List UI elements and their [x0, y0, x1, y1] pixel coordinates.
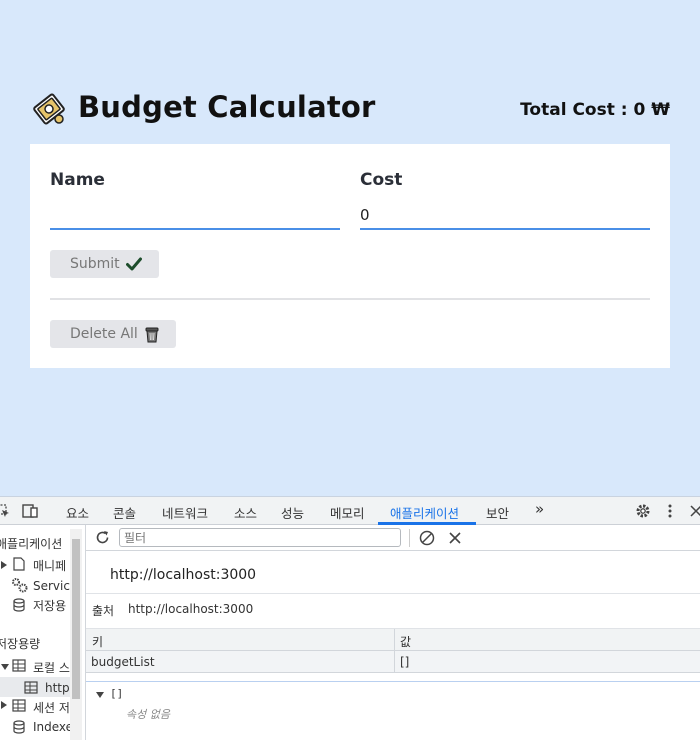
database-icon [13, 720, 25, 734]
name-label: Name [50, 170, 105, 190]
value-column-header[interactable]: 값 [400, 633, 411, 650]
submit-button[interactable]: Submit [50, 250, 159, 278]
preview-empty-text: 속성 없음 [126, 708, 170, 721]
tab-sources[interactable]: 소스 [234, 503, 257, 522]
sidebar-item-manifest[interactable]: 매니페 [33, 557, 66, 574]
sidebar-item-local-storage-origin[interactable]: http [45, 681, 70, 695]
trash-icon [145, 327, 159, 342]
value-preview-pane: [] 속성 없음 [86, 681, 700, 740]
device-toolbar-icon[interactable] [22, 504, 38, 518]
cost-input[interactable] [360, 200, 650, 230]
settings-gear-icon[interactable] [635, 503, 651, 519]
filter-input[interactable] [119, 528, 401, 547]
sidebar-scrollbar-thumb[interactable] [72, 539, 80, 699]
sidebar-item-session-storage[interactable]: 세션 저 [33, 699, 70, 716]
sidebar-storage-section-header: 저장용량 [0, 637, 41, 651]
key-column-header[interactable]: 키 [92, 633, 103, 650]
clear-all-icon[interactable] [419, 530, 435, 546]
form-divider [50, 298, 650, 300]
sidebar-scrollbar[interactable] [70, 529, 82, 740]
origin-title: http://localhost:3000 [110, 567, 257, 583]
preview-tree-label: [] [110, 687, 124, 700]
tab-console[interactable]: 콘솔 [113, 503, 136, 522]
tab-network[interactable]: 네트워크 [162, 503, 208, 522]
devtools-tab-bar: 요소 콘솔 네트워크 소스 성능 메모리 애플리케이션 보안 » [0, 497, 700, 525]
total-cost: Total Cost : 0 ₩ [520, 100, 670, 120]
table-grid-icon [12, 699, 26, 712]
tab-more[interactable]: » [535, 500, 544, 518]
storage-toolbar [86, 525, 700, 551]
key-value-table: 키 값 budgetList [] [86, 629, 700, 679]
delete-all-button-label: Delete All [70, 326, 138, 342]
tab-security[interactable]: 보안 [486, 503, 509, 522]
gears-icon [12, 578, 28, 593]
app-header: Budget Calculator Total Cost : 0 ₩ [32, 86, 672, 130]
table-grid-icon [12, 659, 26, 672]
collapse-triangle-icon[interactable] [1, 664, 9, 670]
refresh-icon[interactable] [95, 530, 110, 545]
row-key: budgetList [91, 655, 155, 669]
tab-elements[interactable]: 요소 [66, 503, 89, 522]
table-grid-icon [24, 681, 38, 694]
expand-triangle-icon[interactable] [1, 701, 7, 709]
sidebar-application-header: 애플리케이션 [0, 537, 63, 551]
tab-application[interactable]: 애플리케이션 [390, 503, 459, 522]
row-value: [] [400, 655, 410, 669]
column-separator[interactable] [394, 629, 395, 673]
sidebar-item-indexeddb[interactable]: Indexe [33, 720, 73, 734]
submit-button-label: Submit [70, 256, 120, 272]
local-storage-view: http://localhost:3000 출처 http://localhos… [86, 525, 700, 740]
tab-memory[interactable]: 메모리 [330, 503, 365, 522]
origin-value: http://localhost:3000 [128, 602, 254, 616]
sidebar-item-storage[interactable]: 저장용 [33, 597, 66, 614]
sidebar-item-local-storage[interactable]: 로컬 스 [33, 659, 70, 676]
database-icon [13, 598, 25, 612]
cost-label: Cost [360, 170, 403, 190]
origin-row: 출처 http://localhost:3000 [86, 593, 700, 629]
table-header: 키 값 [86, 629, 700, 651]
application-sidebar: 애플리케이션 매니페 Service 저장용 저장용량 로컬 스 http 세션… [0, 525, 86, 740]
tab-performance[interactable]: 성능 [281, 503, 304, 522]
expand-triangle-icon[interactable] [1, 561, 7, 569]
delete-selected-icon[interactable] [449, 532, 461, 544]
origin-label: 출처 [92, 604, 115, 618]
devtools-panel: 요소 콘솔 네트워크 소스 성능 메모리 애플리케이션 보안 » 애플리케이션 … [0, 496, 700, 740]
checkmark-icon [125, 257, 142, 271]
close-devtools-icon[interactable] [690, 505, 700, 517]
app-title: Budget Calculator [78, 90, 376, 124]
budget-form-card: Name Cost Submit Delete All [30, 144, 670, 368]
name-input[interactable] [50, 200, 340, 230]
toolbar-separator [409, 529, 410, 547]
delete-all-button[interactable]: Delete All [50, 320, 176, 348]
collapse-triangle-icon[interactable] [96, 692, 104, 698]
document-icon [13, 557, 25, 571]
inspect-element-icon[interactable] [0, 504, 10, 518]
money-logo-icon [33, 93, 65, 125]
table-row[interactable]: budgetList [] [86, 651, 700, 673]
more-options-icon[interactable] [667, 503, 673, 519]
